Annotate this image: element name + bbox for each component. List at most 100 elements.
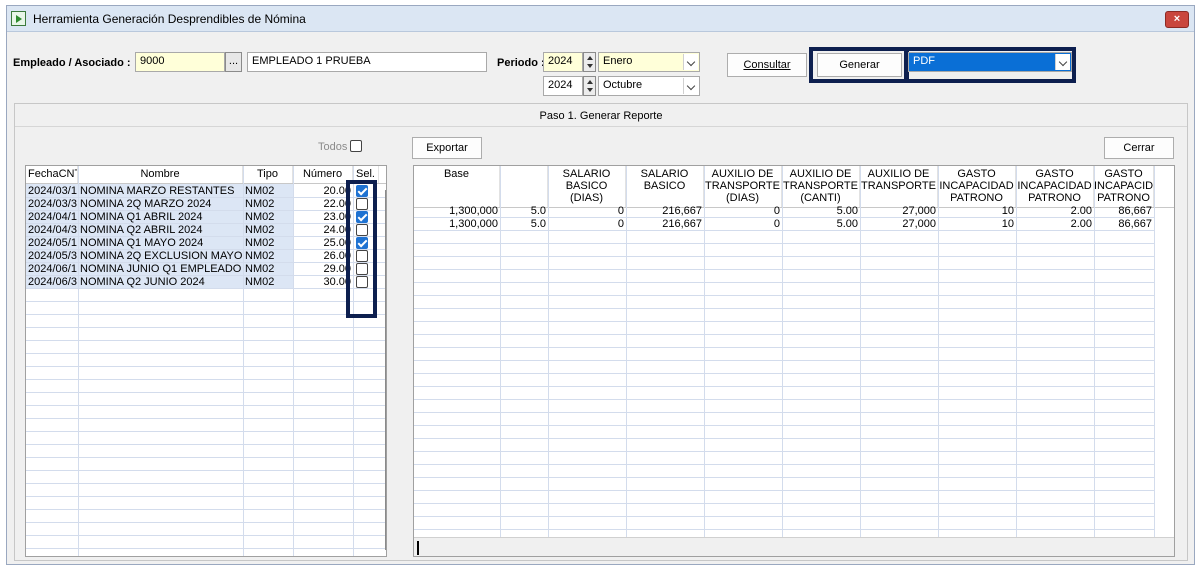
row-gridline (26, 496, 386, 497)
scrollbar-thumb[interactable] (417, 541, 419, 555)
report-cell: 2.00 (1070, 205, 1092, 217)
row-gridline (26, 405, 386, 406)
periodo-start-month-value: Enero (603, 55, 633, 67)
cerrar-button[interactable]: Cerrar (1104, 137, 1174, 159)
row-gridline (414, 399, 1154, 400)
nombre-cell: NOMINA 2Q MARZO 2024 (80, 198, 212, 210)
nombre-cell: NOMINA 2Q EXCLUSION MAYO (80, 250, 243, 262)
periodo-end-month-value: Octubre (603, 79, 643, 91)
column-header-7[interactable]: AUXILIO DE TRANSPORTE (860, 166, 938, 207)
table-row[interactable]: 2024/03/1 NOMINA MARZO RESTANTES NM02 20.00 (26, 185, 386, 198)
nomina-table: FechaCNT Nombre Tipo Número Sel. 2024/03/1 NOM… (25, 165, 387, 557)
format-select-value: PDF (913, 55, 935, 67)
column-header-1[interactable]: FechaCNT (26, 166, 78, 183)
row-gridline (26, 327, 386, 328)
close-button[interactable]: × (1165, 11, 1189, 28)
table-row[interactable]: 2024/04/3 NOMINA Q2 ABRIL 2024 NM02 24.00 (26, 224, 386, 237)
tipo-cell: NM02 (245, 185, 275, 197)
fecha-cell: 2024/04/3 (28, 224, 77, 236)
table-row[interactable]: 2024/04/1 NOMINA Q1 ABRIL 2024 NM02 23.00 (26, 211, 386, 224)
periodo-start-year[interactable]: 2024 (543, 52, 583, 72)
row-gridline (414, 321, 1154, 322)
numero-cell: 26.00 (323, 250, 351, 262)
row-gridline (26, 457, 386, 458)
title-bar: Herramienta Generación Desprendibles de … (7, 6, 1194, 32)
employee-search-button[interactable]: ... (225, 52, 242, 72)
row-gridline (414, 347, 1154, 348)
row-gridline (414, 503, 1154, 504)
column-header-6[interactable]: AUXILIO DE TRANSPORTE (CANTI) (782, 166, 860, 207)
row-gridline (414, 529, 1154, 530)
empleado-code-field[interactable]: 9000 (135, 52, 225, 72)
horizontal-scrollbar[interactable] (414, 537, 1174, 556)
column-header-9[interactable]: GASTO INCAPACIDAD PATRONO (1016, 166, 1094, 207)
column-header-2[interactable]: Nombre (78, 166, 243, 183)
consultar-button[interactable]: Consultar (727, 53, 807, 77)
vertical-scrollbar[interactable] (385, 190, 386, 550)
periodo-end-year-spinner[interactable] (583, 76, 596, 96)
tipo-cell: NM02 (245, 224, 275, 236)
table-row[interactable]: 2024/05/1 NOMINA Q1 MAYO 2024 NM02 25.00 (26, 237, 386, 250)
column-header-4[interactable]: SALARIO BASICO (626, 166, 704, 207)
row-gridline (26, 431, 386, 432)
row-gridline (26, 483, 386, 484)
column-header-4[interactable]: Número (293, 166, 353, 183)
report-cell: 0 (773, 218, 780, 230)
periodo-end-year[interactable]: 2024 (543, 76, 583, 96)
table-header: Base SALARIO BASICO (DIAS) SALARIO BASICO A… (414, 166, 1174, 208)
nombre-cell: NOMINA JUNIO Q1 EMPLEADO 90 (80, 263, 243, 275)
fecha-cell: 2024/06/3 (28, 276, 77, 288)
todos-checkbox[interactable] (350, 140, 362, 152)
report-cell: 216,667 (662, 218, 702, 230)
periodo-start-month-select[interactable]: Enero (598, 52, 700, 72)
column-header-8[interactable]: GASTO INCAPACIDAD PATRONO (938, 166, 1016, 207)
row-gridline (414, 243, 1154, 244)
table-row[interactable]: 2024/05/3 NOMINA 2Q EXCLUSION MAYO NM02 26.… (26, 250, 386, 263)
report-cell: 0 (617, 218, 624, 230)
column-header-5[interactable]: AUXILIO DE TRANSPORTE (DIAS) (704, 166, 782, 207)
nombre-cell: NOMINA Q2 JUNIO 2024 (80, 276, 205, 288)
tipo-cell: NM02 (245, 276, 275, 288)
main-window: Herramienta Generación Desprendibles de … (6, 5, 1195, 565)
report-cell: 27,000 (902, 218, 936, 230)
generar-button[interactable]: Generar (817, 53, 902, 77)
row-gridline (26, 340, 386, 341)
fecha-cell: 2024/04/1 (28, 211, 77, 223)
periodo-end-month-select[interactable]: Octubre (598, 76, 700, 96)
chevron-down-icon[interactable] (683, 78, 698, 94)
column-header-3[interactable]: Tipo (243, 166, 293, 183)
column-header-3[interactable]: SALARIO BASICO (DIAS) (548, 166, 626, 207)
numero-cell: 22.00 (323, 198, 351, 210)
numero-cell: 20.00 (323, 185, 351, 197)
table-row[interactable]: 2024/06/1 NOMINA JUNIO Q1 EMPLEADO 90 NM02… (26, 263, 386, 276)
table-row[interactable]: 1,300,000 5.0 0 216,667 0 5.00 27,000 10 2.00 86,… (414, 205, 1154, 218)
tipo-cell: NM02 (245, 237, 275, 249)
numero-cell: 23.00 (323, 211, 351, 223)
table-row[interactable]: 2024/03/3 NOMINA 2Q MARZO 2024 NM02 22.00 (26, 198, 386, 211)
tipo-cell: NM02 (245, 263, 275, 275)
chevron-down-icon[interactable] (683, 54, 698, 70)
nombre-cell: NOMINA Q1 MAYO 2024 (80, 237, 204, 249)
report-cell: 10 (1001, 218, 1014, 230)
report-cell: 1,300,000 (449, 218, 498, 230)
row-gridline (26, 392, 386, 393)
table-row[interactable]: 1,300,000 5.0 0 216,667 0 5.00 27,000 10 2.00 86,… (414, 218, 1154, 231)
exportar-button[interactable]: Exportar (412, 137, 482, 159)
chevron-down-icon[interactable] (1055, 54, 1070, 70)
column-header-2[interactable] (500, 166, 548, 207)
periodo-start-year-spinner[interactable] (583, 52, 596, 72)
row-gridline (26, 509, 386, 510)
column-header-10[interactable]: GASTO INCAPACIDAD PATRONO (1094, 166, 1154, 207)
row-gridline (414, 373, 1154, 374)
format-select[interactable]: PDF (908, 52, 1072, 72)
numero-cell: 25.00 (323, 237, 351, 249)
row-gridline (414, 386, 1154, 387)
nombre-cell: NOMINA Q2 ABRIL 2024 (80, 224, 203, 236)
row-gridline (414, 308, 1154, 309)
table-row[interactable]: 2024/06/3 NOMINA Q2 JUNIO 2024 NM02 30.00 (26, 276, 386, 289)
row-gridline (26, 366, 386, 367)
report-cell: 5.0 (530, 205, 546, 217)
row-gridline (414, 360, 1154, 361)
column-header-1[interactable]: Base (414, 166, 500, 207)
numero-cell: 24.00 (323, 224, 351, 236)
